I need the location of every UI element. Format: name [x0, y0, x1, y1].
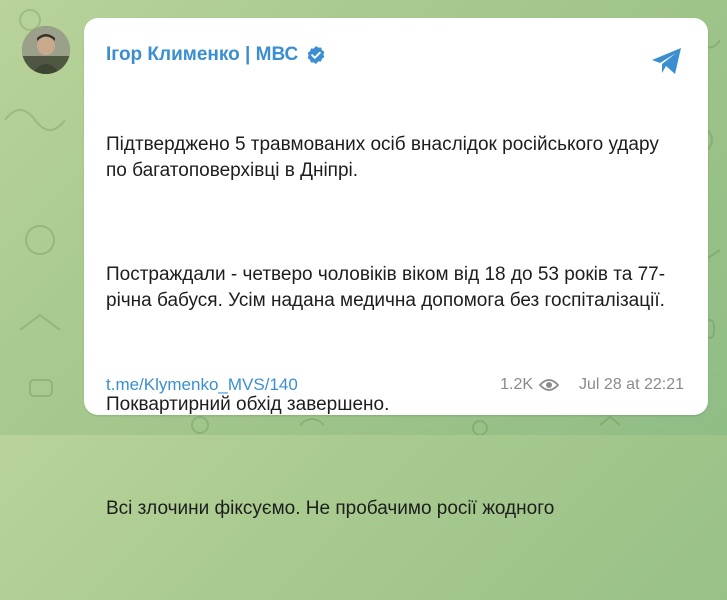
author-avatar[interactable] [22, 26, 70, 74]
message-meta: 1.2K Jul 28 at 22:21 [500, 376, 684, 394]
verified-badge-icon [307, 46, 325, 64]
avatar-image [22, 26, 70, 74]
author-name[interactable]: Ігор Клименко | МВС [106, 44, 298, 66]
message-text: Підтверджено 5 травмованих осіб внаслідо… [106, 80, 666, 600]
message-paragraph-1: Підтверджено 5 травмованих осіб внаслідо… [106, 134, 665, 181]
message-paragraph-2: Постраждали - четверо чоловіків віком ві… [106, 264, 666, 311]
message-paragraph-4: Всі злочини фіксуємо. Не пробачимо росії… [106, 498, 555, 519]
share-arrow-icon[interactable] [650, 46, 684, 76]
post-link[interactable]: t.me/Klymenko_MVS/140 [106, 375, 298, 395]
eye-icon [539, 379, 560, 391]
message-header: Ігор Клименко | МВС [106, 44, 326, 66]
message-timestamp: Jul 28 at 22:21 [579, 376, 684, 393]
message-footer: t.me/Klymenko_MVS/140 1.2K Jul 28 at 22:… [106, 373, 684, 397]
view-count: 1.2K [500, 376, 534, 393]
message-bubble: Ігор Клименко | МВС Підтверджено 5 травм… [84, 18, 708, 519]
